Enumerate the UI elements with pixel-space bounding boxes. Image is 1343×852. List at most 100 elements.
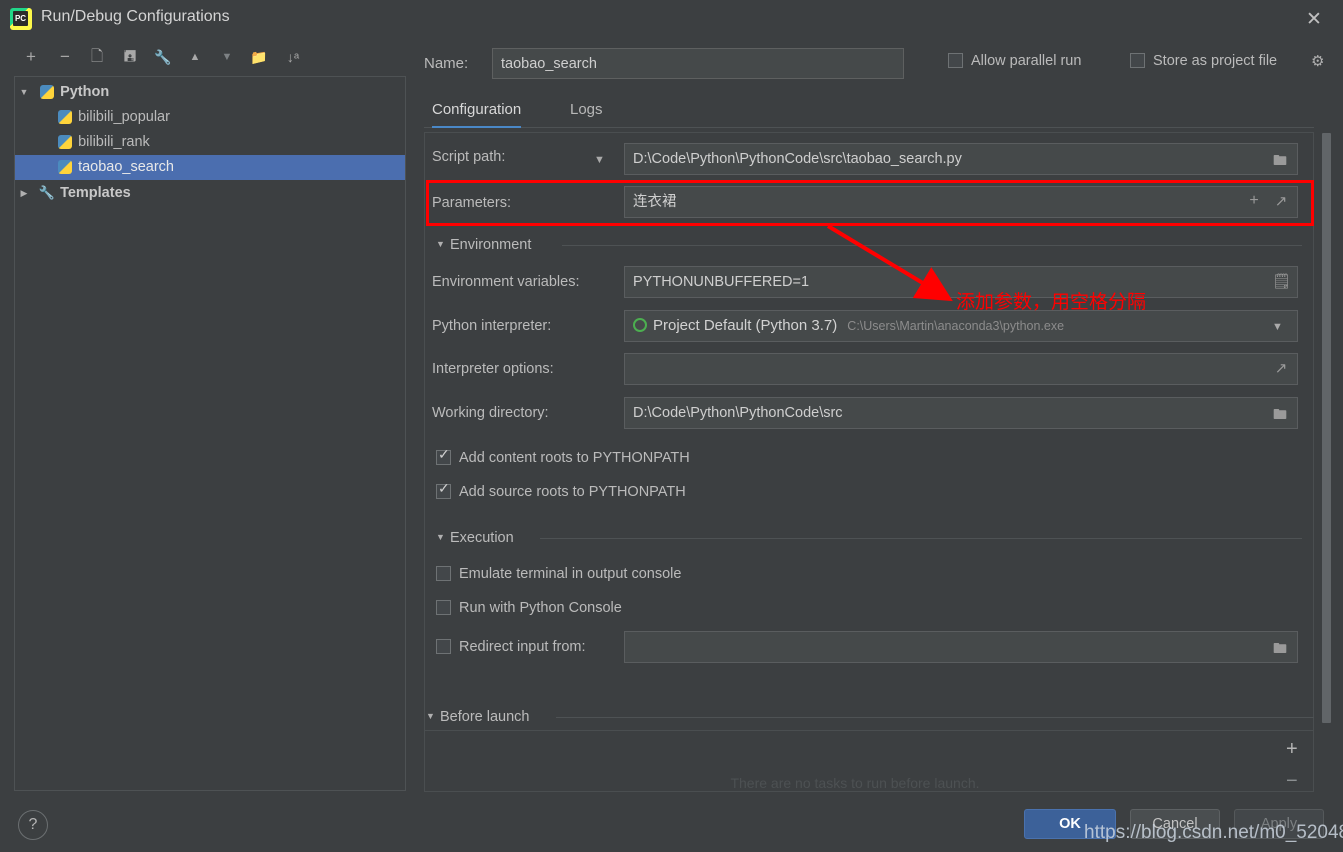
pycharm-logo-text: PC: [13, 11, 28, 26]
allow-parallel-run-checkbox[interactable]: Allow parallel run: [948, 53, 1081, 69]
script-path-folder-icon[interactable]: 🖿: [1270, 150, 1290, 174]
tree-item-label: Templates: [60, 181, 131, 206]
checkbox-box[interactable]: [948, 53, 963, 68]
tab-configuration[interactable]: Configuration: [432, 96, 521, 128]
tree-item-taobao-search[interactable]: taobao_search: [15, 155, 405, 180]
tree-item-label: Python: [60, 80, 109, 105]
tree-item-python-group[interactable]: ▼ Python: [15, 80, 405, 105]
script-path-chevron-down-icon[interactable]: ▼: [594, 154, 605, 166]
before-launch-remove-icon[interactable]: −: [1286, 770, 1298, 793]
checkbox-box[interactable]: [436, 639, 451, 654]
before-launch-add-icon[interactable]: +: [1286, 738, 1298, 761]
script-path-input[interactable]: D:\Code\Python\PythonCode\src\taobao_sea…: [624, 143, 1298, 175]
section-divider: [540, 538, 1302, 539]
before-launch-label: Before launch: [440, 709, 529, 725]
working-directory-label: Working directory:: [432, 405, 549, 421]
parameters-expand-icon[interactable]: ↗: [1272, 192, 1290, 210]
pycharm-logo-icon: PC: [10, 8, 32, 30]
tab-bar: Configuration Logs: [424, 96, 1314, 128]
python-interpreter-chevron-down-icon[interactable]: ▼: [1272, 321, 1283, 333]
environment-variables-input[interactable]: PYTHONUNBUFFERED=1: [624, 266, 1298, 298]
tree-item-label: bilibili_popular: [78, 105, 170, 130]
environment-section-label: Environment: [450, 237, 531, 253]
interpreter-options-expand-icon[interactable]: ↗: [1272, 359, 1290, 377]
redirect-input-path-input[interactable]: [624, 631, 1298, 663]
tree-item-label: taobao_search: [78, 155, 174, 180]
cancel-button[interactable]: Cancel: [1130, 809, 1220, 839]
environment-variables-list-icon[interactable]: 🗒: [1272, 272, 1290, 290]
add-configuration-button[interactable]: +: [18, 44, 44, 70]
python-icon: [55, 155, 74, 180]
redirect-input-checkbox[interactable]: Redirect input from:: [436, 639, 586, 655]
help-button[interactable]: ?: [18, 810, 48, 840]
python-icon: [55, 105, 74, 130]
python-interpreter-combo[interactable]: Project Default (Python 3.7) C:\Users\Ma…: [624, 310, 1298, 342]
move-down-arrow-icon[interactable]: ▼: [214, 44, 240, 70]
working-directory-input[interactable]: D:\Code\Python\PythonCode\src: [624, 397, 1298, 429]
python-interpreter-path: C:\Users\Martin\anaconda3\python.exe: [847, 319, 1064, 333]
expand-triangle-icon[interactable]: ▼: [15, 80, 33, 105]
title-bar: PC Run/Debug Configurations ✕: [0, 0, 1343, 40]
checkbox-box[interactable]: [436, 450, 451, 465]
name-label: Name:: [424, 55, 468, 72]
tree-item-templates-group[interactable]: ▶ 🔧 Templates: [15, 180, 405, 205]
section-divider: [562, 245, 1302, 246]
run-with-python-console-label: Run with Python Console: [459, 600, 622, 616]
python-interpreter-label: Python interpreter:: [432, 318, 551, 334]
working-directory-folder-icon[interactable]: 🖿: [1270, 404, 1290, 428]
environment-section-header[interactable]: ▼Environment: [436, 237, 531, 253]
section-expand-triangle-icon[interactable]: ▼: [426, 711, 440, 721]
ok-button[interactable]: OK: [1024, 809, 1116, 839]
checkbox-box[interactable]: [436, 600, 451, 615]
save-configuration-icon[interactable]: 🖪: [117, 44, 143, 70]
content-scrollbar[interactable]: [1322, 133, 1331, 773]
store-as-project-file-checkbox[interactable]: Store as project file: [1130, 53, 1277, 69]
before-launch-task-list[interactable]: There are no tasks to run before launch.: [424, 730, 1314, 792]
execution-section-label: Execution: [450, 530, 514, 546]
apply-button[interactable]: Apply: [1234, 809, 1324, 839]
scrollbar-thumb[interactable]: [1322, 133, 1331, 723]
edit-templates-wrench-icon[interactable]: 🔧: [150, 44, 176, 70]
tree-item-bilibili-popular[interactable]: bilibili_popular: [15, 105, 405, 130]
name-input[interactable]: [492, 48, 904, 79]
move-up-arrow-icon[interactable]: ▲: [182, 44, 208, 70]
remove-configuration-button[interactable]: −: [52, 44, 78, 70]
add-source-roots-checkbox[interactable]: Add source roots to PYTHONPATH: [436, 484, 686, 500]
emulate-terminal-checkbox[interactable]: Emulate terminal in output console: [436, 566, 681, 582]
window-title: Run/Debug Configurations: [41, 8, 230, 26]
run-with-python-console-checkbox[interactable]: Run with Python Console: [436, 600, 622, 616]
section-expand-triangle-icon[interactable]: ▼: [436, 239, 450, 249]
parameters-plus-icon[interactable]: +: [1245, 192, 1263, 210]
add-content-roots-checkbox[interactable]: Add content roots to PYTHONPATH: [436, 450, 690, 466]
emulate-terminal-label: Emulate terminal in output console: [459, 566, 681, 582]
tree-item-bilibili-rank[interactable]: bilibili_rank: [15, 130, 405, 155]
interpreter-options-label: Interpreter options:: [432, 361, 554, 377]
python-icon: [37, 80, 56, 105]
interpreter-options-input[interactable]: [624, 353, 1298, 385]
parameters-input[interactable]: 连衣裙: [624, 186, 1298, 218]
section-expand-triangle-icon[interactable]: ▼: [436, 532, 450, 542]
checkbox-box[interactable]: [436, 484, 451, 499]
configurations-tree[interactable]: ▼ Python bilibili_popular bilibili_rank …: [14, 76, 406, 791]
tab-logs[interactable]: Logs: [570, 96, 603, 128]
execution-section-header[interactable]: ▼Execution: [436, 530, 514, 546]
python-interpreter-value: Project Default (Python 3.7): [653, 317, 837, 334]
checkbox-box[interactable]: [436, 566, 451, 581]
conda-env-icon: [633, 318, 647, 332]
add-content-roots-label: Add content roots to PYTHONPATH: [459, 450, 690, 466]
section-divider: [556, 717, 1314, 718]
collapse-triangle-icon[interactable]: ▶: [15, 181, 33, 206]
sort-alphabetically-icon[interactable]: ↓ᵃ: [280, 44, 306, 70]
before-launch-section-header[interactable]: ▼Before launch: [426, 709, 529, 725]
configurations-toolbar: + − 🗋 🖪 🔧 ▲ ▼ 📁 ↓ᵃ: [0, 44, 410, 74]
copy-configuration-icon[interactable]: 🗋: [84, 44, 110, 70]
checkbox-box[interactable]: [1130, 53, 1145, 68]
environment-variables-label: Environment variables:: [432, 274, 580, 290]
gear-icon[interactable]: ⚙: [1311, 52, 1329, 70]
close-icon[interactable]: ✕: [1301, 7, 1327, 33]
redirect-input-label: Redirect input from:: [459, 639, 586, 655]
parameters-label: Parameters:: [432, 195, 511, 211]
redirect-input-folder-icon[interactable]: 🖿: [1270, 638, 1290, 662]
new-folder-icon[interactable]: 📁: [246, 44, 272, 70]
script-path-label: Script path:: [432, 149, 505, 165]
